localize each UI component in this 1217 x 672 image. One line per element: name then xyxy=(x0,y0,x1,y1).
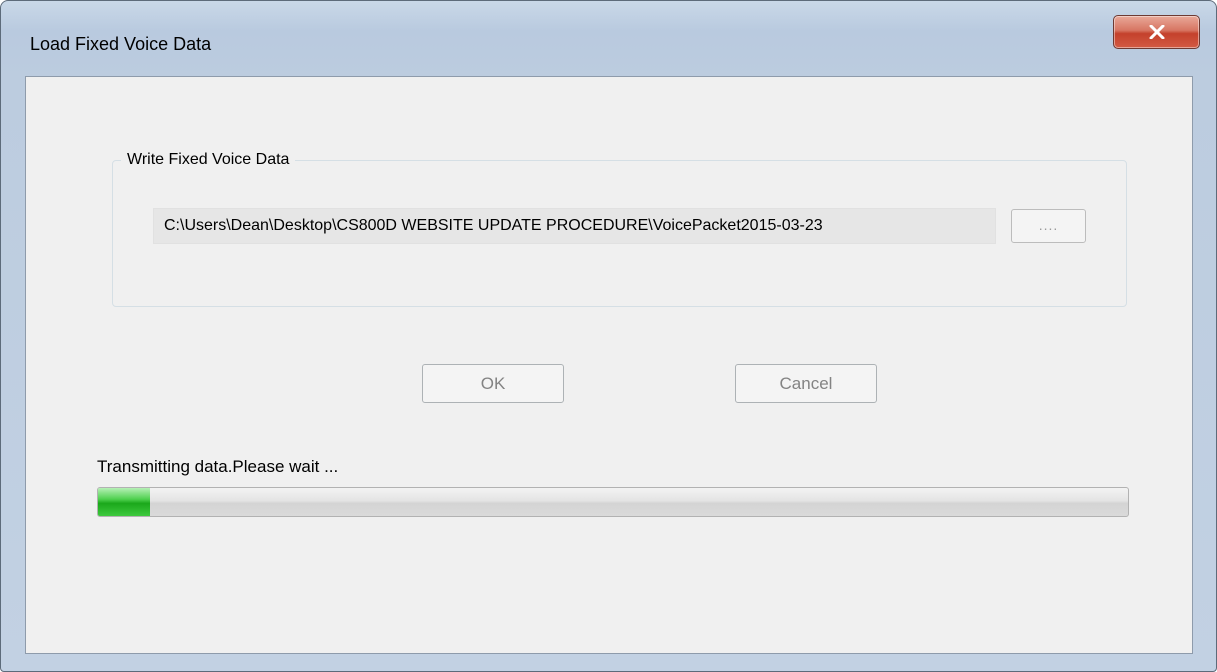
progress-fill xyxy=(98,488,150,516)
ok-button[interactable]: OK xyxy=(422,364,564,403)
status-text: Transmitting data.Please wait ... xyxy=(97,457,339,476)
dialog-window: Load Fixed Voice Data Write Fixed Voice … xyxy=(0,0,1217,672)
dialog-client-area: Write Fixed Voice Data C:\Users\Dean\Des… xyxy=(25,76,1193,654)
close-icon xyxy=(1149,25,1165,39)
file-path-field[interactable]: C:\Users\Dean\Desktop\CS800D WEBSITE UPD… xyxy=(153,208,996,244)
browse-button[interactable]: .... xyxy=(1011,209,1086,243)
progress-bar xyxy=(97,487,1129,517)
group-legend: Write Fixed Voice Data xyxy=(121,150,296,170)
window-title: Load Fixed Voice Data xyxy=(30,34,212,54)
cancel-button[interactable]: Cancel xyxy=(735,364,877,403)
close-button[interactable] xyxy=(1113,15,1200,49)
